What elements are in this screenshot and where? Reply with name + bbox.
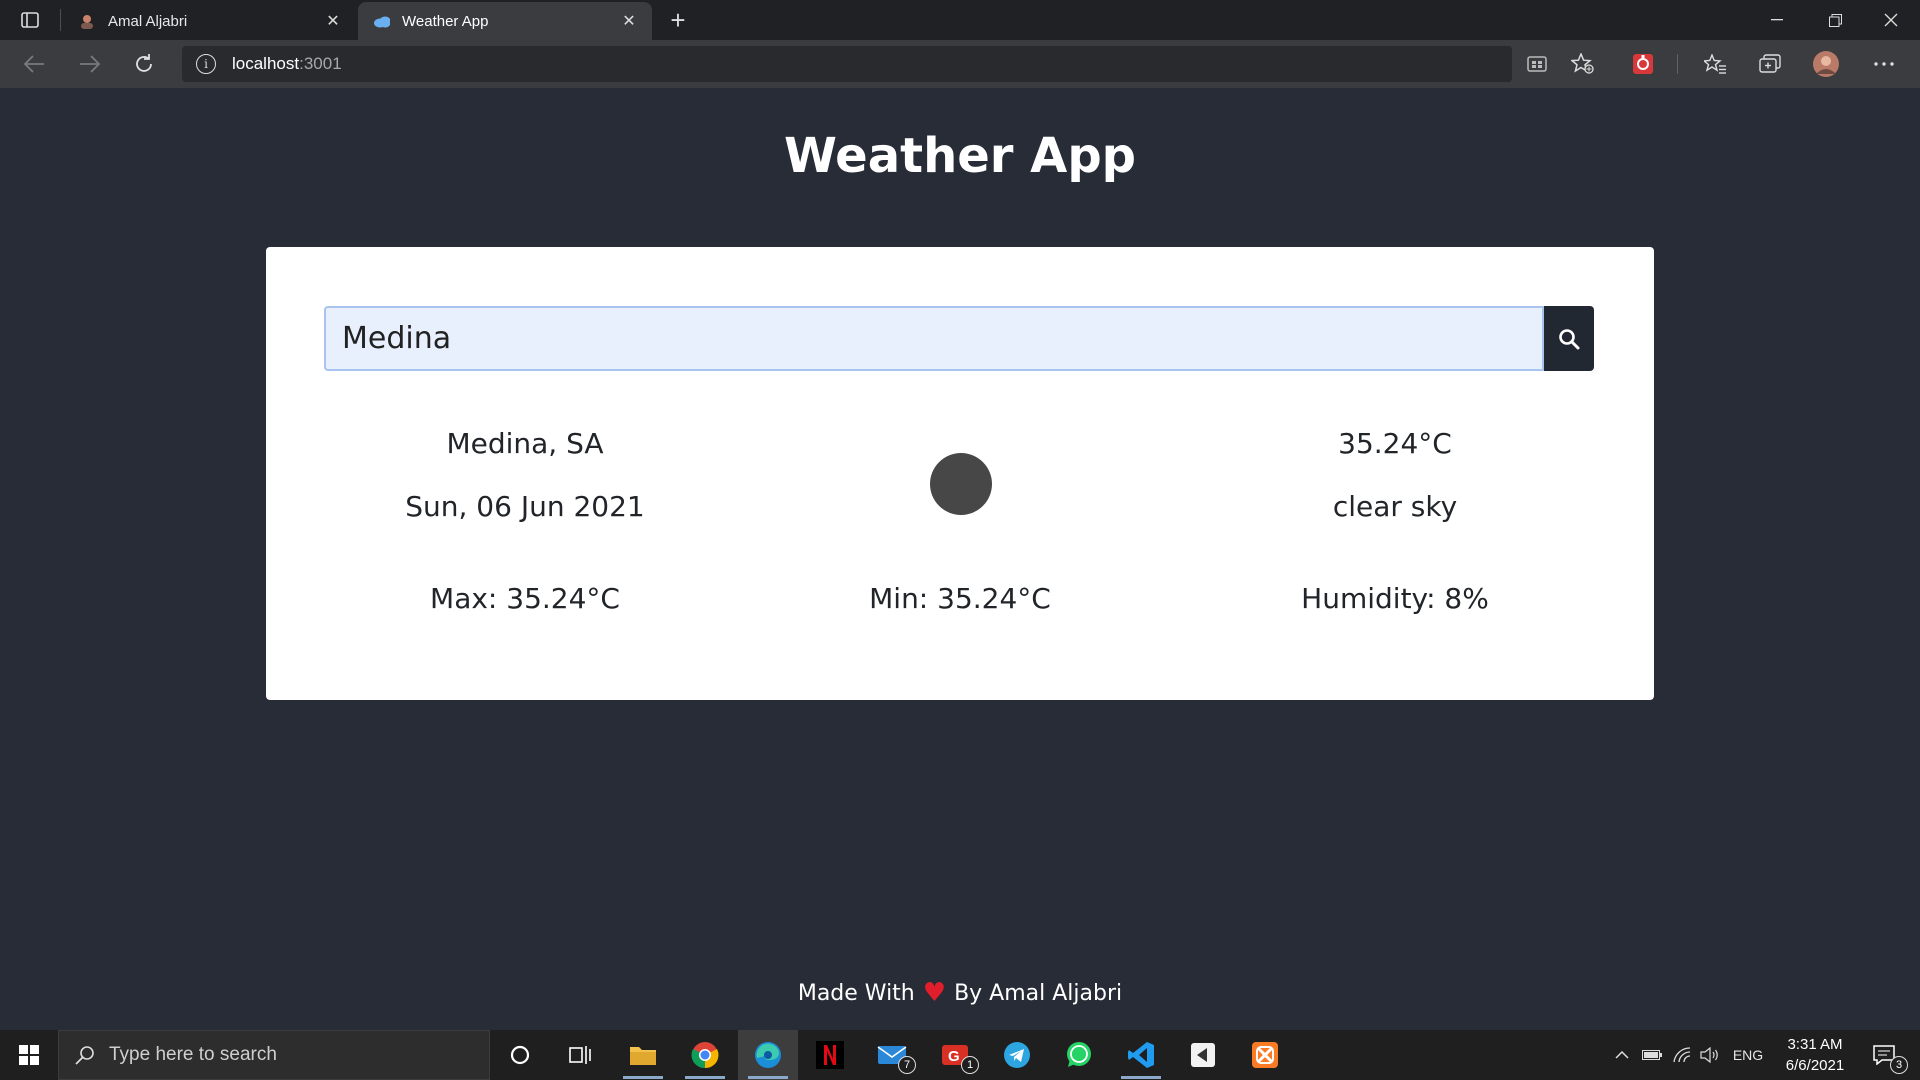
more-options-icon[interactable] xyxy=(1870,50,1898,78)
temperature-text: 35.24°C xyxy=(1338,427,1452,460)
heart-icon: ♥ xyxy=(922,978,947,1008)
chrome-icon xyxy=(691,1042,719,1069)
toolbar-separator xyxy=(1677,54,1678,74)
city-search-input[interactable] xyxy=(324,306,1544,371)
network-button[interactable] xyxy=(1668,1030,1696,1080)
language-indicator[interactable]: ENG xyxy=(1728,1030,1768,1080)
weather-card: Medina, SA Sun, 06 Jun 2021 35.24°C clea… xyxy=(266,247,1654,700)
max-temperature-text: Max: 35.24°C xyxy=(430,582,620,615)
description-text: clear sky xyxy=(1332,490,1458,523)
show-hidden-icons-button[interactable] xyxy=(1608,1030,1636,1080)
speaker-icon xyxy=(1700,1047,1718,1063)
taskbar-whatsapp[interactable] xyxy=(1049,1030,1109,1080)
task-view-icon xyxy=(569,1046,591,1064)
edge-icon xyxy=(755,1042,781,1068)
address-bar[interactable]: i localhost:3001 xyxy=(182,46,1512,82)
profile-avatar[interactable] xyxy=(1812,50,1840,78)
weather-condition-icon xyxy=(930,453,992,515)
clock-date: 6/6/2021 xyxy=(1785,1057,1845,1074)
xampp-icon xyxy=(1252,1042,1278,1068)
folder-icon xyxy=(630,1047,656,1065)
close-icon[interactable]: ✕ xyxy=(324,12,342,30)
taskbar-chrome[interactable] xyxy=(675,1030,735,1080)
notification-badge: 3 xyxy=(1890,1056,1908,1074)
min-temperature-text: Min: 35.24°C xyxy=(869,582,1051,615)
windows-taskbar: Type here to search 7 G 1 ENG 3:31 AM 6/… xyxy=(0,1030,1920,1080)
forward-button[interactable] xyxy=(74,48,106,80)
taskbar-telegram[interactable] xyxy=(987,1030,1047,1080)
extension-icon[interactable] xyxy=(1629,50,1657,78)
netflix-icon xyxy=(816,1041,844,1069)
close-icon[interactable]: ✕ xyxy=(620,12,638,30)
taskbar-edge[interactable] xyxy=(738,1030,798,1080)
url-port: :3001 xyxy=(299,54,342,73)
restore-button[interactable] xyxy=(1806,0,1864,40)
taskbar-search-placeholder: Type here to search xyxy=(109,1044,277,1065)
minimize-button[interactable] xyxy=(1748,0,1806,40)
start-button[interactable] xyxy=(0,1030,58,1080)
telegram-icon xyxy=(1004,1042,1030,1068)
search-bar xyxy=(324,306,1594,371)
tab-actions-icon[interactable] xyxy=(14,8,46,32)
tab-title: Amal Aljabri xyxy=(108,12,188,30)
profile-favicon-icon xyxy=(78,12,96,30)
browser-tab-strip: Amal Aljabri ✕ Weather App ✕ + xyxy=(0,0,1920,40)
url-host: localhost xyxy=(232,54,300,73)
taskbar-app-unknown[interactable] xyxy=(1173,1030,1233,1080)
location-text: Medina, SA xyxy=(446,427,604,460)
task-view-button[interactable] xyxy=(550,1030,610,1080)
windows-icon xyxy=(19,1045,39,1065)
action-center-button[interactable]: 3 xyxy=(1854,1030,1914,1080)
cortana-button[interactable] xyxy=(490,1030,550,1080)
battery-button[interactable] xyxy=(1638,1030,1666,1080)
site-info-icon[interactable]: i xyxy=(196,54,216,74)
search-button[interactable] xyxy=(1544,306,1594,371)
footer-text-after: By Amal Aljabri xyxy=(954,980,1123,1006)
page-title: Weather App xyxy=(783,128,1137,184)
taskbar-mail[interactable]: 7 xyxy=(862,1030,922,1080)
clock[interactable]: 3:31 AM 6/6/2021 xyxy=(1768,1034,1862,1076)
browser-toolbar: i localhost:3001 xyxy=(0,40,1920,88)
date-text: Sun, 06 Jun 2021 xyxy=(405,490,645,523)
taskbar-vscode[interactable] xyxy=(1111,1030,1171,1080)
svg-text:G: G xyxy=(948,1048,960,1065)
mail-badge: 7 xyxy=(898,1056,916,1074)
vscode-icon xyxy=(1128,1042,1154,1068)
clock-time: 3:31 AM xyxy=(1787,1036,1843,1053)
collections-icon[interactable] xyxy=(1756,50,1784,78)
footer: Made With ♥ By Amal Aljabri xyxy=(0,980,1920,1006)
wifi-icon xyxy=(1673,1047,1691,1063)
add-favorite-icon[interactable] xyxy=(1569,50,1597,78)
humidity-text: Humidity: 8% xyxy=(1301,582,1489,615)
reading-view-icon[interactable] xyxy=(1523,50,1551,78)
tab-separator xyxy=(60,9,61,31)
tab-title: Weather App xyxy=(402,12,489,30)
footer-text-before: Made With xyxy=(797,980,915,1006)
new-tab-button[interactable]: + xyxy=(664,5,692,35)
cloud-favicon-icon xyxy=(372,12,390,30)
search-icon xyxy=(1559,328,1580,349)
taskbar-file-explorer[interactable] xyxy=(613,1030,673,1080)
taskbar-netflix[interactable] xyxy=(800,1030,860,1080)
refresh-button[interactable] xyxy=(128,48,160,80)
whatsapp-icon xyxy=(1067,1042,1091,1067)
app-icon xyxy=(1191,1043,1215,1067)
close-window-button[interactable] xyxy=(1862,0,1920,40)
taskbar-gmail[interactable]: G 1 xyxy=(925,1030,985,1080)
taskbar-search-box[interactable]: Type here to search xyxy=(58,1030,490,1080)
chevron-up-icon xyxy=(1615,1051,1629,1059)
tab-weather-app[interactable]: Weather App ✕ xyxy=(358,2,652,40)
search-icon xyxy=(75,1046,94,1065)
cortana-icon xyxy=(510,1045,530,1065)
volume-button[interactable] xyxy=(1696,1030,1724,1080)
tab-amal-aljabri[interactable]: Amal Aljabri ✕ xyxy=(64,2,356,40)
taskbar-xampp[interactable] xyxy=(1235,1030,1295,1080)
gmail-badge: 1 xyxy=(961,1056,979,1074)
favorites-icon[interactable] xyxy=(1701,50,1729,78)
back-button[interactable] xyxy=(18,48,50,80)
battery-icon xyxy=(1642,1050,1662,1060)
